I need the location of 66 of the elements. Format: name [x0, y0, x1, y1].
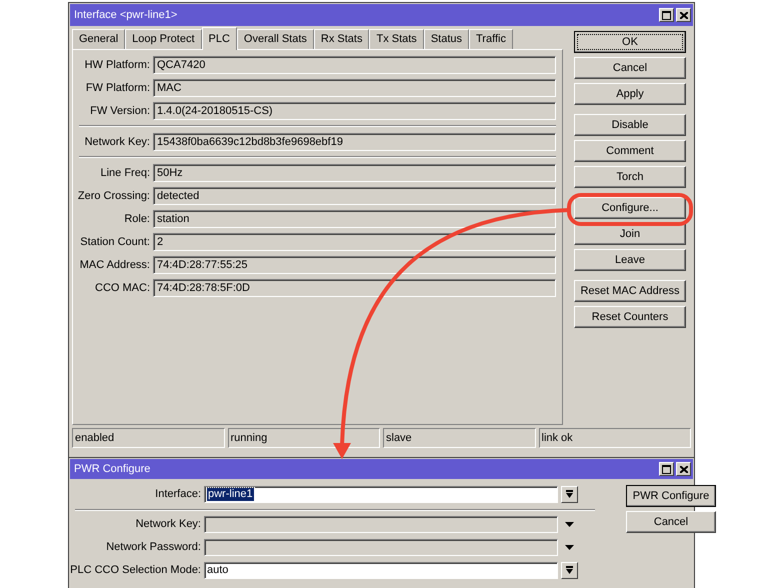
field-label: Station Count:: [79, 234, 151, 250]
select-field[interactable]: auto: [204, 562, 558, 579]
dialog-button[interactable]: OK: [574, 31, 686, 53]
maximize-icon: [662, 10, 671, 20]
dropdown-icon: [566, 566, 573, 575]
tab[interactable]: Traffic: [469, 29, 513, 49]
field-label: PLC CCO Selection Mode:: [69, 563, 202, 578]
window-title: Interface <pwr-line1>: [74, 8, 178, 23]
status-cell: slave: [383, 428, 536, 448]
readonly-field: 50Hz: [153, 164, 556, 182]
field-label: MAC Address:: [78, 258, 151, 273]
dialog-button[interactable]: Cancel: [574, 57, 686, 79]
field-label: FW Platform:: [84, 80, 151, 96]
dialog-button[interactable]: Cancel: [626, 511, 716, 533]
readonly-field: 1.4.0(24-20180515-CS): [153, 102, 556, 120]
status-cell: running: [228, 428, 380, 448]
status-cell: enabled: [72, 428, 224, 448]
close-button[interactable]: [676, 462, 691, 476]
readonly-field: 74:4D:28:77:55:25: [153, 256, 556, 274]
tab[interactable]: General: [72, 29, 126, 49]
field-label: Network Key:: [84, 134, 151, 150]
close-icon: [680, 466, 688, 472]
maximize-button[interactable]: [659, 462, 674, 476]
dropdown-icon: [565, 545, 574, 550]
dialog-button[interactable]: PWR Configure: [626, 485, 716, 507]
readonly-field: 15438f0ba6639c12bd8b3fe9698ebf19: [153, 133, 556, 151]
dialog-button[interactable]: Comment: [574, 140, 686, 162]
dropdown-button[interactable]: [561, 562, 578, 579]
maximize-button[interactable]: [659, 8, 674, 22]
readonly-field: 2: [153, 233, 556, 251]
field-label: HW Platform:: [84, 58, 151, 73]
dialog-button[interactable]: Torch: [574, 166, 686, 188]
field-label: Line Freq:: [99, 166, 151, 181]
readonly-field: station: [153, 210, 556, 228]
status-cell: link ok: [538, 428, 691, 448]
tab[interactable]: Loop Protect: [125, 29, 202, 49]
readonly-field: MAC: [153, 79, 556, 97]
window-title: PWR Configure: [74, 462, 150, 477]
tab[interactable]: Tx Stats: [369, 29, 424, 49]
dialog-button[interactable]: Disable: [574, 114, 686, 136]
field-label: CCO MAC:: [94, 280, 151, 296]
field-label: Interface:: [154, 487, 202, 502]
field-label: Role:: [123, 212, 151, 227]
dialog-button[interactable]: Reset Counters: [574, 306, 686, 328]
tab[interactable]: PLC: [202, 27, 237, 50]
field-label: Zero Crossing:: [76, 188, 151, 204]
tab[interactable]: Rx Stats: [314, 29, 370, 49]
dropdown-icon: [566, 490, 573, 499]
dropdown-button[interactable]: [561, 486, 578, 503]
field-label: Network Password:: [105, 540, 202, 556]
close-icon: [680, 12, 688, 18]
dialog-button[interactable]: Leave: [574, 249, 686, 271]
dialog-button[interactable]: Apply: [574, 83, 686, 105]
maximize-icon: [662, 464, 671, 474]
select-field[interactable]: pwr-line1: [204, 486, 558, 503]
readonly-field: QCA7420: [153, 56, 556, 74]
field-label: FW Version:: [89, 104, 151, 119]
field-label: Network Key:: [134, 517, 202, 532]
close-button[interactable]: [676, 8, 691, 22]
dropdown-icon: [565, 522, 574, 527]
dialog-button[interactable]: Configure...: [574, 197, 686, 219]
readonly-field: 74:4D:28:78:5F:0D: [153, 279, 556, 297]
readonly-field: detected: [153, 187, 556, 205]
tab[interactable]: Status: [424, 29, 469, 49]
dialog-button[interactable]: Reset MAC Address: [574, 280, 686, 302]
tab[interactable]: Overall Stats: [236, 29, 314, 49]
